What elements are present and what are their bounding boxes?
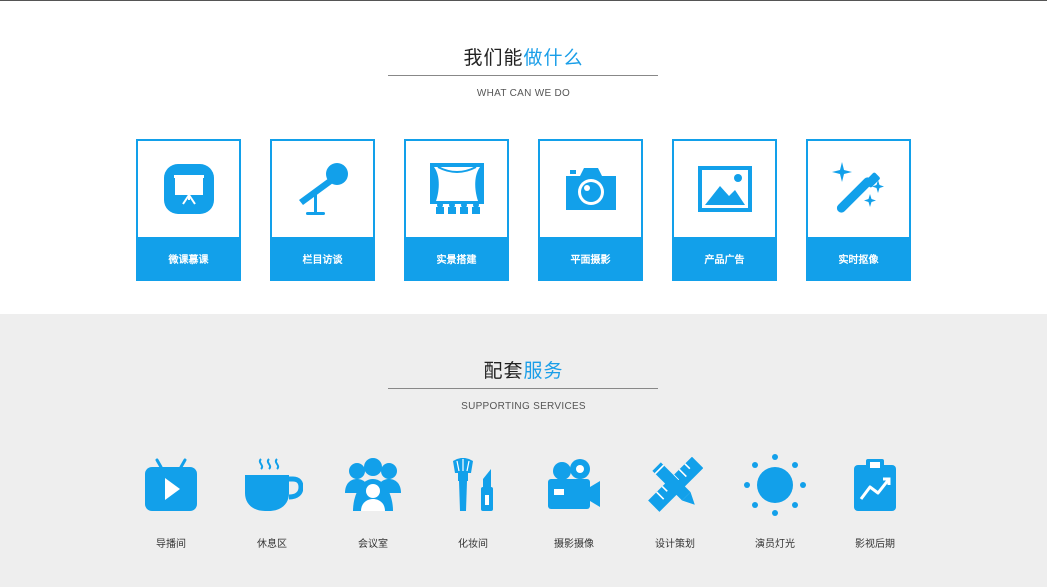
pencil-ruler-icon bbox=[648, 457, 703, 512]
service-daobojian[interactable]: 导播间 bbox=[126, 452, 216, 552]
support-section-subtitle: SUPPORTING SERVICES bbox=[461, 401, 586, 412]
sun-light-icon bbox=[744, 454, 806, 516]
service-label: 休息区 bbox=[257, 539, 287, 550]
stage-icon bbox=[429, 163, 484, 214]
presentation-board-icon bbox=[163, 164, 214, 214]
image-icon bbox=[697, 166, 752, 212]
service-label: 导播间 bbox=[156, 539, 186, 550]
title-accent-part: 服务 bbox=[523, 361, 564, 382]
card-label: 平面摄影 bbox=[540, 237, 641, 279]
service-huazhuangjian[interactable]: 化妆间 bbox=[428, 452, 518, 552]
title-dark-part: 我们能 bbox=[463, 48, 524, 69]
coffee-cup-icon bbox=[245, 458, 303, 511]
support-section-title: 配套服务 bbox=[0, 356, 1047, 383]
service-xiuxiqu[interactable]: 休息区 bbox=[227, 452, 317, 552]
service-label: 摄影摄像 bbox=[554, 539, 594, 550]
service-label: 化妆间 bbox=[458, 539, 488, 550]
service-label: 演员灯光 bbox=[755, 539, 795, 550]
camera-icon bbox=[565, 168, 616, 210]
card-shishi-kouxiang[interactable]: 实时抠像 bbox=[806, 139, 911, 281]
microphone-icon bbox=[298, 163, 348, 215]
card-label: 微课慕课 bbox=[138, 237, 239, 279]
service-sheji-cehua[interactable]: 设计策划 bbox=[630, 452, 720, 552]
title-divider bbox=[388, 388, 658, 389]
card-label: 栏目访谈 bbox=[272, 237, 373, 279]
service-yingshi-houqi[interactable]: 影视后期 bbox=[830, 452, 920, 552]
card-chanpin-guanggao[interactable]: 产品广告 bbox=[672, 139, 777, 281]
service-label: 设计策划 bbox=[655, 539, 695, 550]
service-yanyuan-dengguang[interactable]: 演员灯光 bbox=[730, 452, 820, 552]
group-people-icon bbox=[345, 458, 401, 511]
service-label: 影视后期 bbox=[855, 539, 895, 550]
card-label: 实时抠像 bbox=[808, 237, 909, 279]
card-shijing-dajian[interactable]: 实景搭建 bbox=[404, 139, 509, 281]
tv-play-icon bbox=[145, 458, 197, 511]
card-label: 产品广告 bbox=[674, 237, 775, 279]
what-section-title: 我们能做什么 bbox=[0, 43, 1047, 70]
card-label: 实景搭建 bbox=[406, 237, 507, 279]
makeup-brush-lipstick-icon bbox=[453, 458, 493, 511]
card-weike-muke[interactable]: 微课慕课 bbox=[136, 139, 241, 281]
title-accent-part: 做什么 bbox=[523, 48, 584, 69]
service-huiyishi[interactable]: 会议室 bbox=[328, 452, 418, 552]
title-dark-part: 配套 bbox=[483, 361, 524, 382]
what-section-subtitle: WHAT CAN WE DO bbox=[476, 88, 571, 99]
video-camera-icon bbox=[548, 459, 600, 509]
title-divider bbox=[388, 75, 658, 76]
clipboard-chart-icon bbox=[854, 459, 896, 511]
card-lanmu-fangtan[interactable]: 栏目访谈 bbox=[270, 139, 375, 281]
magic-wand-icon bbox=[831, 162, 884, 213]
card-pingmian-sheying[interactable]: 平面摄影 bbox=[538, 139, 643, 281]
service-label: 会议室 bbox=[358, 539, 388, 550]
service-sheying-shexiang[interactable]: 摄影摄像 bbox=[529, 452, 619, 552]
